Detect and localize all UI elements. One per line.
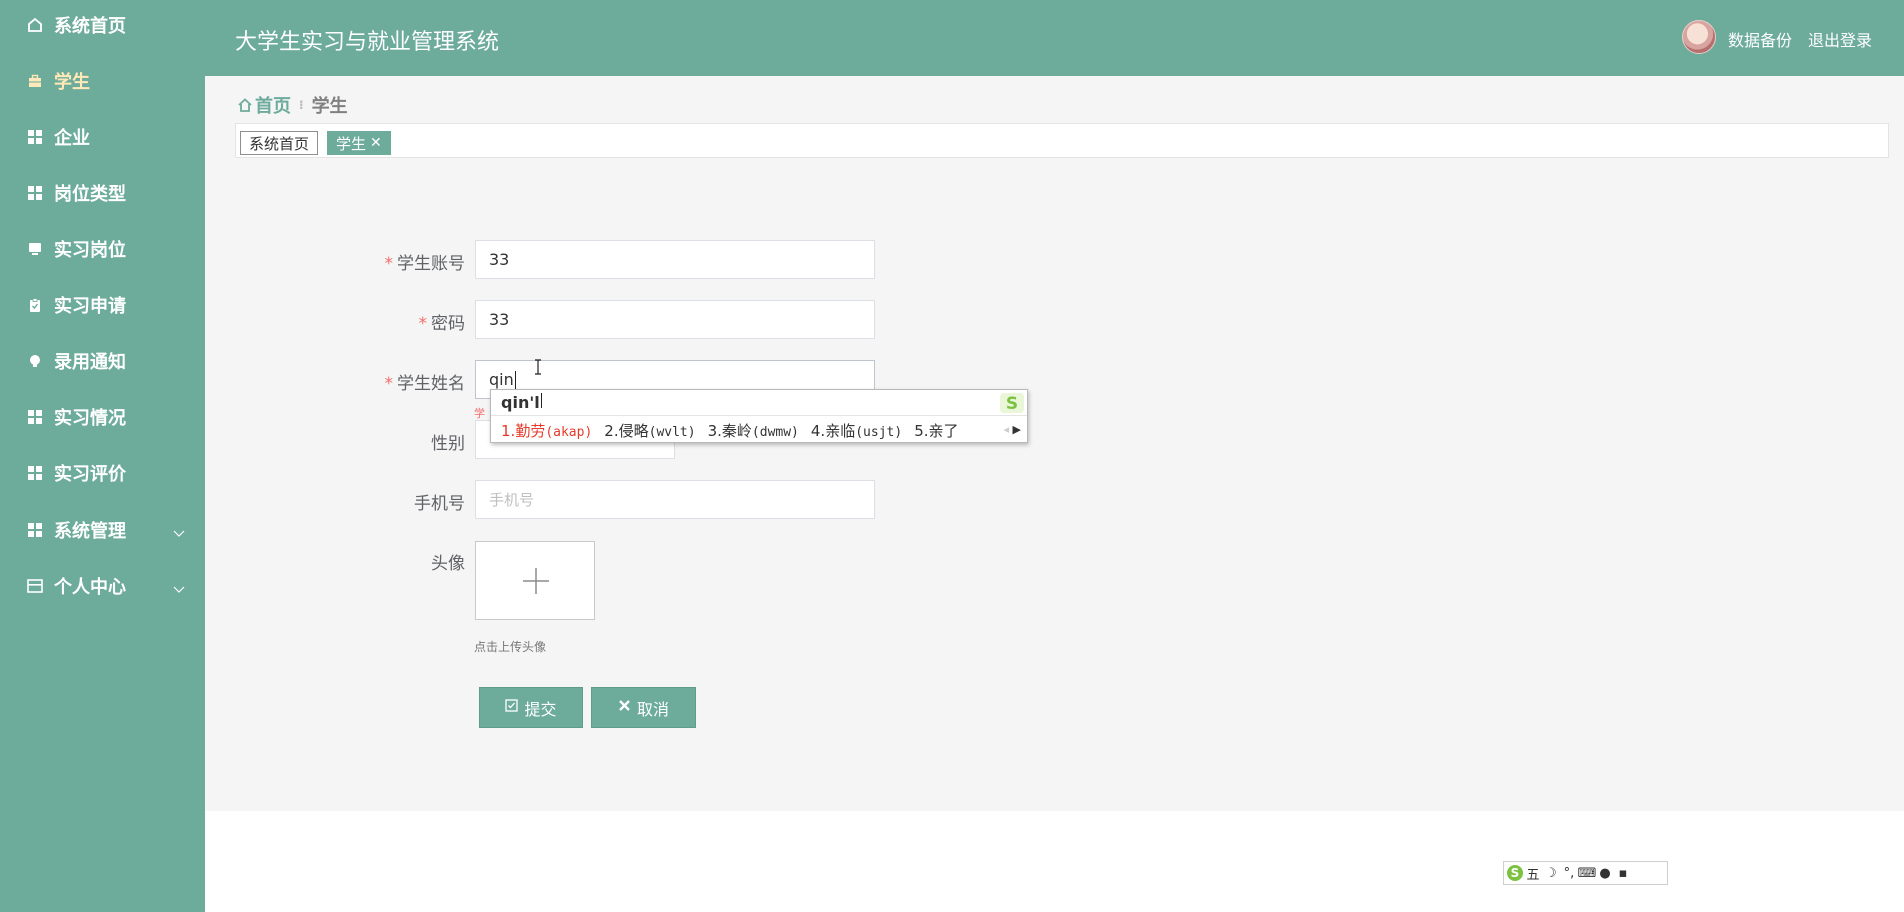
backup-link[interactable]: 数据备份	[1728, 27, 1792, 51]
sidebar-item-profile[interactable]: 个人中心	[0, 568, 205, 604]
name-label: * 学生姓名	[384, 374, 466, 394]
sidebar-item-label: 岗位类型	[54, 184, 126, 205]
breadcrumb-current: 学生	[311, 96, 348, 117]
text-caret	[514, 370, 516, 389]
ime-page-nav[interactable]: ◂ ▶	[1004, 423, 1022, 436]
close-icon	[618, 699, 631, 716]
monitor-icon	[26, 240, 44, 258]
breadcrumb-home[interactable]: 首页	[237, 92, 291, 118]
password-label: * 密码	[418, 314, 466, 334]
ime-mode-label[interactable]: 五	[1524, 864, 1542, 883]
avatar-label: 头像	[431, 554, 465, 574]
sidebar-item-label: 系统管理	[54, 521, 126, 542]
name-error-text: 学	[474, 407, 485, 420]
password-input[interactable]: 33	[475, 300, 875, 339]
moon-icon[interactable]: ☽	[1542, 866, 1560, 881]
account-input[interactable]: 33	[475, 240, 875, 279]
close-icon[interactable]: ✕	[370, 135, 382, 151]
sogou-logo-icon: S	[1506, 864, 1524, 882]
ime-candidate[interactable]: 2.侵略(wvlt)	[604, 420, 695, 441]
sidebar-item-application[interactable]: 实习申请	[0, 287, 205, 323]
chevron-down-icon	[173, 578, 185, 599]
briefcase-icon	[26, 72, 44, 90]
gender-label: 性别	[431, 434, 465, 454]
ime-composition: qin'l	[501, 393, 542, 412]
ime-status-bar[interactable]: S 五 ☽ °, ⌨ ● ▪	[1503, 861, 1668, 885]
ime-candidate[interactable]: 3.秦岭(dwmw)	[708, 420, 799, 441]
plus-icon	[523, 568, 549, 594]
home-icon	[237, 97, 253, 113]
user-icon[interactable]: ●	[1596, 866, 1614, 881]
app-title: 大学生实习与就业管理系统	[235, 30, 500, 55]
breadcrumb: 首页 ⁝ 学生	[237, 92, 348, 118]
card-icon	[26, 577, 44, 595]
ime-candidate[interactable]: 5.亲了	[914, 420, 958, 441]
bulb-icon	[26, 352, 44, 370]
sidebar-item-label: 学生	[54, 72, 90, 93]
clipboard-icon	[26, 296, 44, 314]
sidebar-item-label: 录用通知	[54, 352, 126, 373]
cancel-button[interactable]: 取消	[591, 687, 696, 728]
sidebar: 系统首页 学生 企业 岗位类型 实习岗位 实习申请 录用通知 实习情况 实习评价…	[0, 0, 205, 912]
submit-button[interactable]: 提交	[479, 687, 583, 728]
check-square-icon	[505, 699, 519, 716]
svg-text:S: S	[1006, 394, 1018, 414]
sidebar-item-internship-status[interactable]: 实习情况	[0, 399, 205, 435]
grid-icon	[26, 521, 44, 539]
sidebar-item-label: 实习评价	[54, 464, 126, 485]
sidebar-item-home[interactable]: 系统首页	[0, 7, 205, 43]
sidebar-item-evaluation[interactable]: 实习评价	[0, 455, 205, 491]
chevron-down-icon	[173, 522, 185, 543]
ime-candidate[interactable]: 4.亲临(usjt)	[811, 420, 902, 441]
tag-student[interactable]: 学生 ✕	[327, 131, 391, 155]
ime-candidate-list: 1.勤劳(akap) 2.侵略(wvlt) 3.秦岭(dwmw) 4.亲临(us…	[501, 420, 971, 441]
logout-link[interactable]: 退出登录	[1808, 27, 1872, 51]
sidebar-item-system[interactable]: 系统管理	[0, 512, 205, 548]
sidebar-item-label: 实习岗位	[54, 240, 126, 261]
top-header: 大学生实习与就业管理系统 数据备份 退出登录	[205, 0, 1904, 76]
ime-candidate[interactable]: 1.勤劳(akap)	[501, 420, 592, 441]
chevron-left-icon: ◂	[1003, 423, 1010, 436]
text-cursor-icon	[534, 359, 542, 375]
tags-view: 系统首页 学生 ✕	[235, 123, 1889, 158]
account-label: * 学生账号	[384, 254, 466, 274]
sidebar-item-label: 企业	[54, 128, 90, 149]
grid-icon	[26, 128, 44, 146]
svg-text:S: S	[1511, 866, 1520, 880]
avatar[interactable]	[1682, 20, 1716, 54]
tag-home[interactable]: 系统首页	[240, 131, 319, 155]
sidebar-item-label: 系统首页	[54, 16, 126, 37]
sidebar-item-label: 实习情况	[54, 408, 126, 429]
sidebar-item-label: 个人中心	[54, 577, 126, 598]
phone-input[interactable]: 手机号	[475, 480, 875, 519]
sidebar-item-label: 实习申请	[54, 296, 126, 317]
grid-icon	[26, 184, 44, 202]
punctuation-icon[interactable]: °,	[1560, 866, 1578, 881]
sidebar-item-enterprise[interactable]: 企业	[0, 119, 205, 155]
apps-icon[interactable]: ▪	[1614, 866, 1632, 881]
keyboard-icon[interactable]: ⌨	[1578, 866, 1597, 881]
grid-icon	[26, 464, 44, 482]
sidebar-item-internship-post[interactable]: 实习岗位	[0, 231, 205, 267]
breadcrumb-separator: ⁝	[299, 98, 304, 112]
chevron-right-icon: ▶	[1012, 423, 1021, 436]
sidebar-item-job-type[interactable]: 岗位类型	[0, 175, 205, 211]
sidebar-item-offer[interactable]: 录用通知	[0, 343, 205, 379]
home-icon	[26, 16, 44, 34]
avatar-upload[interactable]	[475, 541, 595, 620]
sidebar-item-student[interactable]: 学生	[0, 63, 205, 99]
sogou-logo-icon: S	[998, 391, 1026, 415]
avatar-upload-hint: 点击上传头像	[474, 640, 547, 654]
grid-icon	[26, 408, 44, 426]
phone-label: 手机号	[414, 494, 465, 514]
ime-candidate-popup: qin'l S 1.勤劳(akap) 2.侵略(wvlt) 3.秦岭(dwmw)…	[490, 389, 1028, 443]
